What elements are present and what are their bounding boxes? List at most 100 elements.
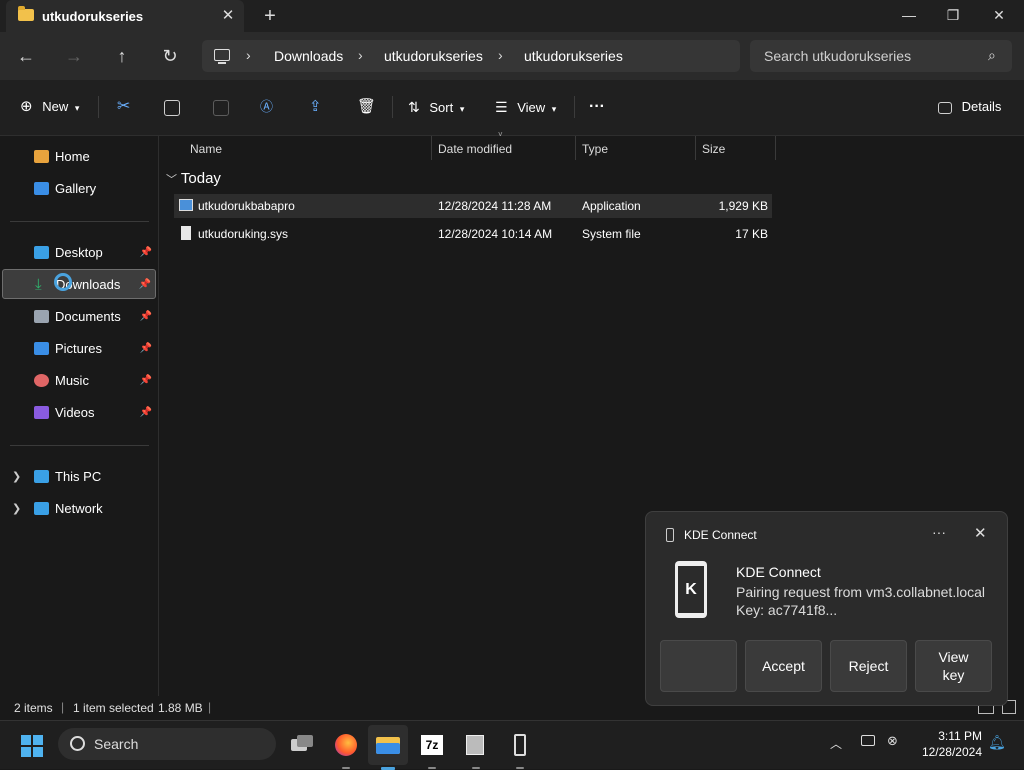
group-label: Today [180,170,221,187]
sidebar-item-desktop[interactable]: Desktop 📌 [2,238,156,268]
7zip-icon[interactable]: 7z [412,725,452,769]
maximize-button[interactable]: ❐ [930,0,976,32]
this-pc-icon[interactable] [214,49,230,64]
column-divider[interactable] [775,136,776,160]
column-header-date-modified[interactable]: Date modified [438,138,512,160]
share-icon[interactable]: ⇪ [309,93,322,121]
sidebar-label: Documents [55,309,121,324]
rename-icon[interactable]: Ⓐ [260,93,273,121]
notification-bell-icon[interactable]: 🔔︎ [988,734,1006,751]
copy-icon[interactable] [164,93,180,121]
pane-divider[interactable] [158,136,159,696]
column-divider[interactable] [575,136,576,160]
divider: | [61,700,65,714]
address-bar[interactable]: › Downloads › utkudorukseries › utkudoru… [202,40,740,72]
breadcrumb-utkudorukseries[interactable]: utkudorukseries [384,48,483,64]
cut-icon[interactable]: ✂ [117,93,130,121]
network-speaker-icon[interactable]: ⊗ [887,733,898,749]
breadcrumb-downloads[interactable]: Downloads [274,48,343,64]
view-button[interactable]: ☰ View ▾ [495,93,556,121]
pin-icon[interactable]: 📌 [140,334,152,364]
documents-icon [34,310,49,323]
sidebar-item-videos[interactable]: Videos 📌 [2,398,156,428]
download-icon: ⤓ [35,276,42,293]
reject-button[interactable]: Reject [830,640,907,692]
new-button[interactable]: ⊕ New ▾ [20,93,79,121]
delete-icon[interactable]: 🗑 [357,93,376,121]
chevron-right-icon[interactable]: › [358,47,363,63]
minimize-button[interactable]: — [886,0,932,32]
column-header-type[interactable]: Type [582,138,608,160]
close-icon[interactable]: ✕ [974,524,987,542]
taskbar-search[interactable]: Search [58,728,276,760]
chevron-right-icon[interactable]: ❯ [12,494,21,524]
search-input[interactable]: Search utkudorukseries [764,48,911,64]
column-header-name[interactable]: Name [190,138,222,160]
more-options-icon[interactable]: ··· [932,524,946,540]
sidebar-item-downloads[interactable]: ⤓ Downloads 📌 [2,269,156,299]
pin-icon[interactable]: 📌 [140,238,152,268]
taskbar-search-label: Search [94,736,139,752]
up-arrow-icon[interactable]: ↑ [106,40,138,72]
sidebar-label: Pictures [55,341,102,356]
sidebar-item-this-pc[interactable]: ❯ This PC [2,462,156,492]
close-tab-icon[interactable]: ✕ [216,4,240,28]
sidebar-item-documents[interactable]: Documents 📌 [2,302,156,332]
task-view-icon[interactable] [282,725,322,765]
chevron-right-icon[interactable]: ❯ [12,462,21,492]
pin-icon[interactable]: 📌 [140,302,152,332]
column-divider[interactable] [431,136,432,160]
column-header-size[interactable]: Size [702,138,725,160]
sidebar-item-pictures[interactable]: Pictures 📌 [2,334,156,364]
divider [10,221,149,222]
sidebar-item-home[interactable]: Home [2,142,156,172]
search-box[interactable]: Search utkudorukseries ⌕ [750,40,1012,72]
breadcrumb-utkudorukseries-current[interactable]: utkudorukseries [524,48,623,64]
paste-icon[interactable] [213,93,229,121]
new-tab-button[interactable]: + [258,4,282,28]
back-arrow-icon[interactable]: ← [10,40,42,72]
navigation-bar: ← → ↑ ↻ › Downloads › utkudorukseries › … [0,32,1024,80]
sidebar-item-gallery[interactable]: Gallery [2,174,156,204]
busy-cursor-icon [54,273,72,291]
clock-time[interactable]: 3:11 PM [938,729,982,743]
group-header-today[interactable]: ﹀ Today [166,170,221,187]
taskbar: Search 7z ︿ ⊗ 3:11 PM 12/28/2024 🔔︎ [0,720,1024,770]
chevron-up-icon[interactable]: ︿ [830,735,842,752]
chevron-right-icon[interactable]: › [498,47,503,63]
folder-icon [18,6,34,21]
firefox-icon[interactable] [326,725,366,769]
sort-button[interactable]: ⇅ Sort ▾ [408,93,464,121]
pin-icon[interactable]: 📌 [140,398,152,428]
pin-icon[interactable]: 📌 [139,270,151,300]
details-button[interactable]: Details [938,93,1001,121]
monitor-icon[interactable] [861,735,875,746]
divider [98,96,99,118]
column-divider[interactable] [695,136,696,160]
file-explorer-icon[interactable] [368,725,408,770]
clock-date[interactable]: 12/28/2024 [918,745,982,759]
chevron-right-icon[interactable]: › [246,47,251,63]
more-options-icon[interactable]: ··· [589,93,605,121]
view-key-button[interactable]: View key [915,640,992,692]
details-pane-icon [938,101,952,114]
close-window-button[interactable]: ✕ [976,0,1022,32]
sidebar-label: Videos [55,405,95,420]
sidebar-label: This PC [55,469,102,484]
tab-utkudorukseries[interactable]: utkudorukseries ✕ [6,0,244,32]
blank-action-button[interactable] [660,640,737,692]
file-row[interactable]: utkudoruking.sys 12/28/2024 10:14 AM Sys… [174,222,772,246]
forward-arrow-icon[interactable]: → [58,40,90,72]
installer-icon[interactable] [456,725,496,769]
search-icon: ⌕ [988,47,996,63]
accept-button[interactable]: Accept [745,640,822,692]
sidebar-item-music[interactable]: Music 📌 [2,366,156,396]
kde-connect-icon[interactable] [500,725,540,769]
sidebar-item-network[interactable]: ❯ Network [2,494,156,524]
refresh-icon[interactable]: ↻ [154,40,186,72]
pin-icon[interactable]: 📌 [140,366,152,396]
divider: | [208,700,212,714]
file-date: 12/28/2024 10:14 AM [438,227,553,241]
file-row[interactable]: utkudorukbabapro 12/28/2024 11:28 AM App… [174,194,772,218]
start-button[interactable] [12,725,52,765]
